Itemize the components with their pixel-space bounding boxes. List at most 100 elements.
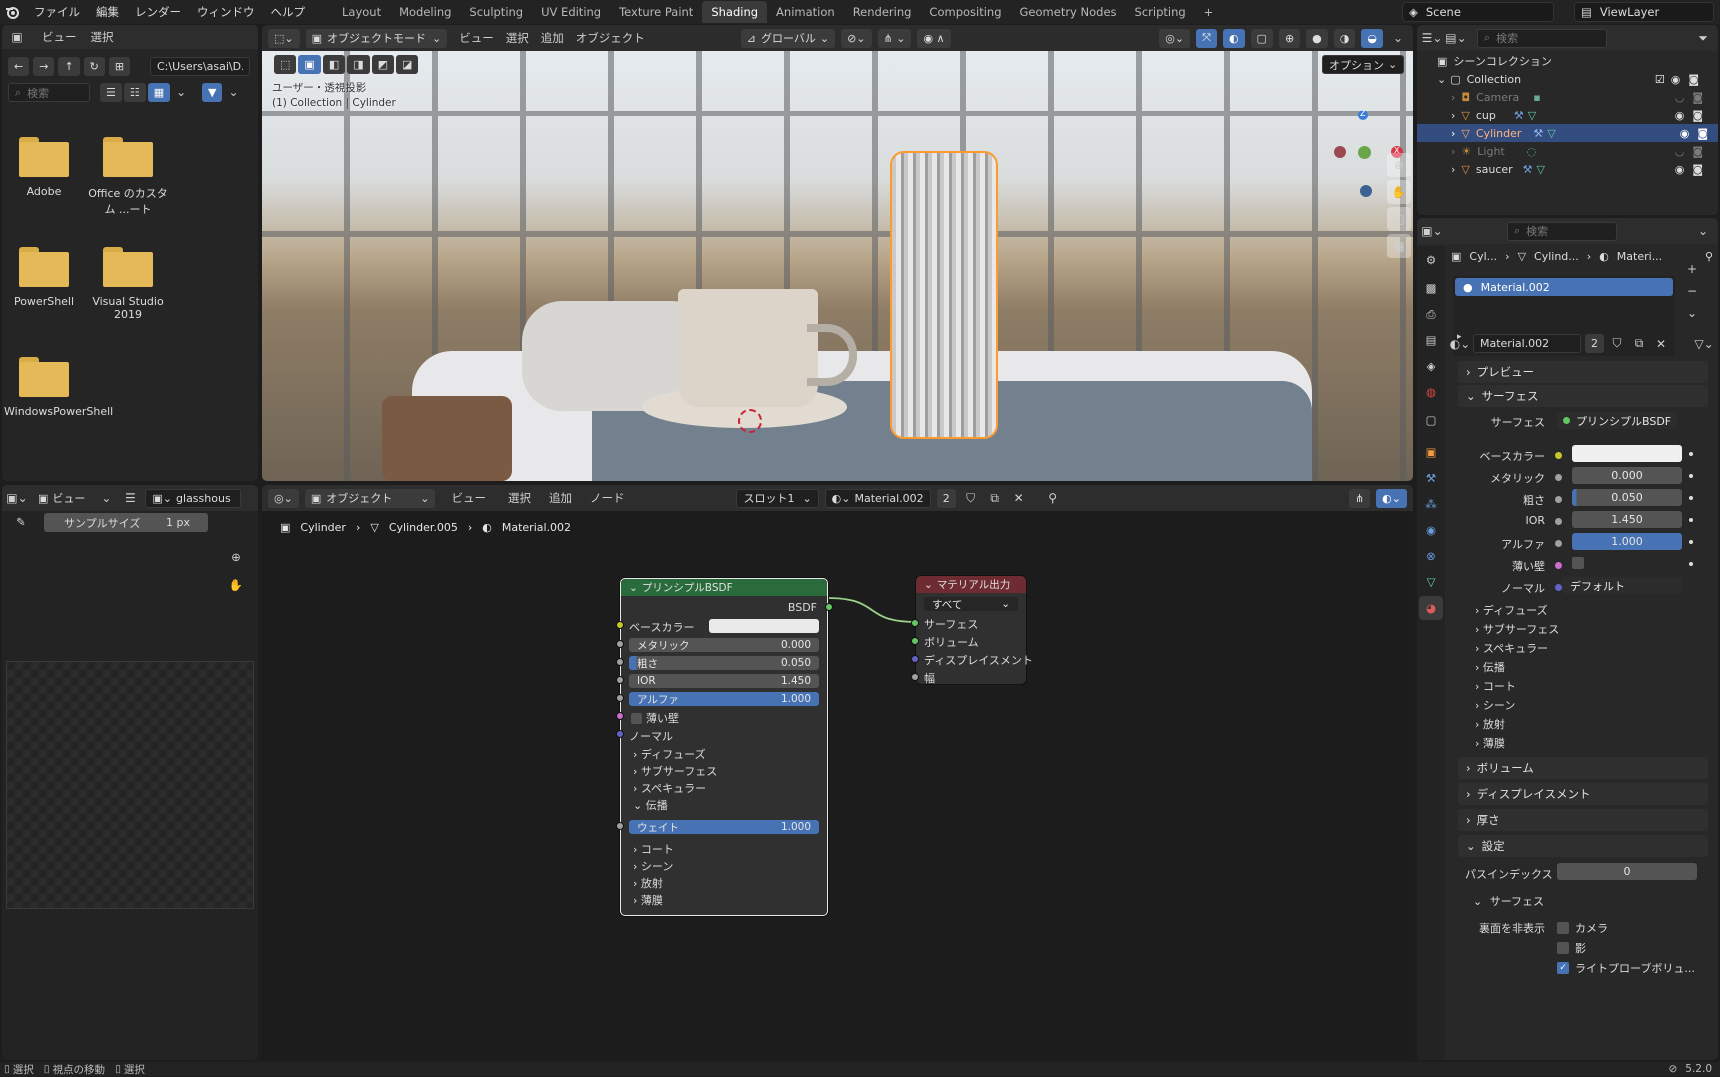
- eye-icon[interactable]: ◉: [1680, 127, 1690, 140]
- material-tab-icon[interactable]: ◕: [1419, 596, 1443, 620]
- outliner-item-cylinder[interactable]: › ▽ Cylinder ⚒ ▽ ◉ ◙: [1417, 124, 1718, 142]
- properties-search-input[interactable]: ⌕ 検索: [1507, 221, 1617, 241]
- ior-socket-dot[interactable]: [1555, 518, 1562, 525]
- add-workspace-icon[interactable]: +: [1195, 1, 1223, 23]
- modifier-tab-icon[interactable]: ⚒: [1419, 466, 1443, 490]
- output-target-dropdown[interactable]: すべて ⌄: [924, 597, 1018, 611]
- displacement-socket[interactable]: [911, 655, 919, 663]
- shading-rendered-icon[interactable]: ◒: [1361, 28, 1383, 48]
- prop-subpanel-specular[interactable]: › スペキュラー: [1475, 640, 1548, 656]
- pan-hand-icon[interactable]: ✋: [1387, 180, 1411, 204]
- camera-render-icon[interactable]: ◙: [1692, 109, 1703, 122]
- metallic-field[interactable]: 0.000: [1572, 467, 1682, 484]
- collapse-chevron-icon[interactable]: ⌄: [629, 582, 638, 594]
- volume-socket[interactable]: [911, 637, 919, 645]
- material-users-count[interactable]: 2: [1585, 334, 1604, 353]
- thickness-socket[interactable]: [911, 673, 919, 681]
- fb-menu-select[interactable]: 選択: [91, 29, 114, 45]
- ior-socket[interactable]: [616, 676, 624, 684]
- node-editor-panel[interactable]: ◎⌄ ▣ オブジェクト ⌄ ビュー 選択 追加 ノード スロット1 ⌄ ◐⌄ Mater…: [262, 485, 1413, 1060]
- filter-icon[interactable]: ⏷: [1694, 29, 1712, 47]
- tab-shading[interactable]: Shading: [702, 1, 768, 23]
- editor-type-icon[interactable]: ⬚⌄: [268, 28, 300, 48]
- blender-logo-icon[interactable]: [2, 0, 22, 24]
- tab-rendering[interactable]: Rendering: [844, 1, 921, 23]
- chevron-down-icon[interactable]: ⌄: [1389, 29, 1407, 47]
- thin-wall-socket[interactable]: [616, 712, 624, 720]
- tab-geometry-nodes[interactable]: Geometry Nodes: [1011, 1, 1126, 23]
- zoom-icon[interactable]: ⊕: [1387, 153, 1411, 177]
- outliner-item-camera[interactable]: › ◘ Camera ▪ ◡ ◙: [1451, 88, 1713, 106]
- view-layer-selector[interactable]: ▤ ViewLayer: [1574, 2, 1714, 22]
- close-icon[interactable]: ✕: [1652, 335, 1670, 353]
- alpha-socket-dot[interactable]: [1555, 540, 1562, 547]
- display-mode-icon[interactable]: ▤⌄: [1445, 29, 1466, 47]
- base-color-socket[interactable]: [616, 621, 624, 629]
- chevron-down-icon[interactable]: ⌄: [172, 83, 190, 101]
- xray-icon[interactable]: ▢: [1250, 28, 1273, 48]
- outliner-item-light[interactable]: › ☀ Light ◌ ◡ ◙: [1451, 142, 1713, 160]
- subpanel-diffuse[interactable]: › ディフューズ: [633, 746, 706, 762]
- camera-render-icon[interactable]: ◙: [1692, 163, 1703, 176]
- section-settings[interactable]: ⌄ 設定: [1458, 835, 1708, 857]
- checkbox-icon[interactable]: [1557, 922, 1569, 934]
- section-preview[interactable]: › プレビュー: [1458, 361, 1708, 383]
- fake-user-shield-icon[interactable]: ⛉: [1608, 335, 1626, 353]
- chevron-down-icon[interactable]: ⌄: [97, 489, 115, 507]
- shading-wireframe-icon[interactable]: ⊕: [1278, 28, 1301, 48]
- thin-wall-socket-dot[interactable]: [1555, 562, 1562, 569]
- perspective-toggle-icon[interactable]: ▦: [1387, 234, 1411, 258]
- keyframe-dot[interactable]: [1689, 452, 1693, 456]
- checkbox-checked-icon[interactable]: ✓: [1557, 962, 1569, 974]
- view-layer-tab-icon[interactable]: ▤: [1419, 328, 1443, 352]
- prop-subpanel-sheen[interactable]: › シーン: [1475, 697, 1515, 713]
- prop-subpanel-emission[interactable]: › 放射: [1475, 716, 1505, 732]
- editor-type-icon[interactable]: ▣⌄: [1421, 222, 1442, 240]
- list-vertical-icon[interactable]: ☰: [100, 83, 122, 102]
- collection-tab-icon[interactable]: ▢: [1419, 408, 1443, 432]
- folder-item[interactable]: WindowsPowerShell: [4, 357, 113, 418]
- tab-uv-editing[interactable]: UV Editing: [532, 1, 610, 23]
- base-color-swatch[interactable]: [1572, 445, 1682, 462]
- 3d-cursor-icon[interactable]: [738, 409, 762, 433]
- backface-camera-row[interactable]: カメラ: [1557, 920, 1608, 936]
- chevron-down-icon[interactable]: ⌄: [1694, 222, 1712, 240]
- editor-type-icon[interactable]: ▣⌄: [6, 489, 27, 507]
- vp-menu-select[interactable]: 選択: [506, 30, 529, 46]
- surface-shader-selector[interactable]: プリンシプルBSDF: [1557, 412, 1677, 429]
- outliner-root[interactable]: ▣ シーンコレクション: [1437, 52, 1709, 70]
- eye-icon[interactable]: ◉: [1675, 163, 1685, 176]
- tab-animation[interactable]: Animation: [767, 1, 844, 23]
- surface-socket[interactable]: [911, 619, 919, 627]
- filter-icon[interactable]: ▼: [202, 83, 223, 102]
- vp-menu-view[interactable]: ビュー: [459, 30, 494, 46]
- menu-edit[interactable]: 編集: [88, 4, 127, 20]
- new-folder-icon[interactable]: ⊞: [108, 57, 131, 76]
- hamburger-menu-icon[interactable]: ☰: [121, 489, 139, 507]
- roughness-socket-dot[interactable]: [1555, 496, 1562, 503]
- data-tab-icon[interactable]: ▽: [1419, 570, 1443, 594]
- ior-field[interactable]: IOR 1.450: [629, 674, 819, 688]
- menu-render[interactable]: レンダー: [127, 4, 189, 20]
- subpanel-specular[interactable]: › スペキュラー: [633, 780, 706, 796]
- collapse-chevron-icon[interactable]: ⌄: [924, 579, 933, 591]
- menu-file[interactable]: ファイル: [26, 4, 88, 20]
- prop-subpanel-diffuse[interactable]: › ディフューズ: [1475, 602, 1548, 618]
- thumbnails-icon[interactable]: ▦: [147, 83, 171, 102]
- image-selector[interactable]: ▣⌄ glasshous: [145, 488, 242, 508]
- image-view-menu[interactable]: ▣ ビュー: [32, 489, 91, 508]
- subpanel-emission[interactable]: › 放射: [633, 875, 663, 891]
- metallic-field[interactable]: メタリック 0.000: [629, 638, 819, 652]
- transform-orientation[interactable]: ⊿ グローバル ⌄: [740, 28, 836, 48]
- normal-socket-dot[interactable]: [1555, 584, 1562, 591]
- alpha-field[interactable]: 1.000: [1572, 533, 1682, 550]
- roughness-field[interactable]: 粗さ 0.050: [629, 656, 819, 670]
- remove-slot-icon[interactable]: −: [1683, 282, 1701, 300]
- subpanel-thin-film[interactable]: › 薄膜: [633, 892, 663, 908]
- section-displacement[interactable]: › ディスプレイスメント: [1458, 783, 1708, 805]
- tool-settings-tab-icon[interactable]: ⚙: [1419, 248, 1443, 272]
- pan-hand-icon[interactable]: ✋: [224, 573, 248, 597]
- keyframe-dot[interactable]: [1689, 562, 1693, 566]
- visibility-icon[interactable]: ◎⌄: [1159, 28, 1191, 48]
- camera-render-icon[interactable]: ◙: [1692, 145, 1703, 158]
